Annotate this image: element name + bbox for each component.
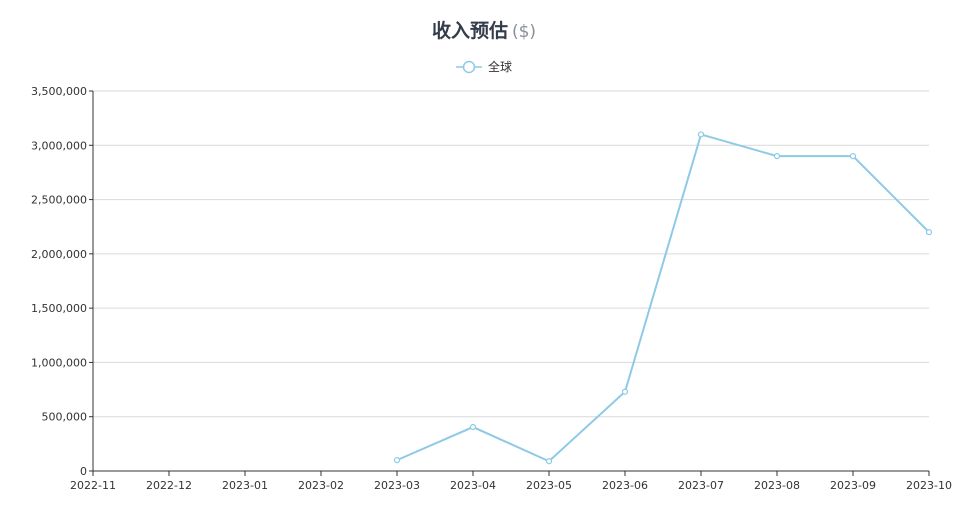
y-tick-label: 2,500,000 bbox=[31, 194, 87, 207]
x-tick-label: 2022-12 bbox=[146, 479, 192, 492]
data-point bbox=[545, 458, 553, 465]
x-tick-label: 2023-09 bbox=[830, 479, 876, 492]
x-tick-label: 2023-06 bbox=[602, 479, 648, 492]
x-tick-label: 2023-02 bbox=[298, 479, 344, 492]
data-point bbox=[925, 229, 933, 236]
x-tick-label: 2023-01 bbox=[222, 479, 268, 492]
chart-plot: 0 500,000 1,000,000 1,500,000 2,000,000 2,500… bbox=[31, 85, 952, 492]
x-tick-label: 2023-03 bbox=[374, 479, 420, 492]
x-tick-label: 2022-11 bbox=[70, 479, 116, 492]
series-line bbox=[396, 133, 930, 463]
y-tick-label: 2,000,000 bbox=[31, 248, 87, 261]
y-axis-ticks: 0 500,000 1,000,000 1,500,000 2,000,000 2,500… bbox=[31, 85, 93, 478]
data-point bbox=[393, 457, 401, 464]
y-tick-label: 1,500,000 bbox=[31, 302, 87, 315]
data-point bbox=[697, 131, 705, 138]
grid-lines bbox=[93, 90, 929, 418]
x-tick-label: 2023-10 bbox=[906, 479, 952, 492]
data-point bbox=[621, 388, 629, 395]
y-tick-label: 1,000,000 bbox=[31, 356, 87, 369]
x-tick-label: 2023-07 bbox=[678, 479, 724, 492]
data-point bbox=[849, 153, 857, 160]
y-tick-label: 500,000 bbox=[42, 411, 88, 424]
x-tick-label: 2023-04 bbox=[450, 479, 496, 492]
x-tick-label: 2023-05 bbox=[526, 479, 572, 492]
axes bbox=[92, 91, 929, 472]
data-point bbox=[469, 423, 477, 431]
y-tick-label: 0 bbox=[80, 465, 87, 478]
y-tick-label: 3,500,000 bbox=[31, 85, 87, 98]
data-point bbox=[773, 153, 781, 160]
y-tick-label: 3,000,000 bbox=[31, 139, 87, 152]
x-axis-ticks: 2022-11 2022-12 2023-01 2023-02 2023-03 2023-… bbox=[70, 471, 952, 492]
x-tick-label: 2023-08 bbox=[754, 479, 800, 492]
series-layer bbox=[393, 131, 933, 465]
